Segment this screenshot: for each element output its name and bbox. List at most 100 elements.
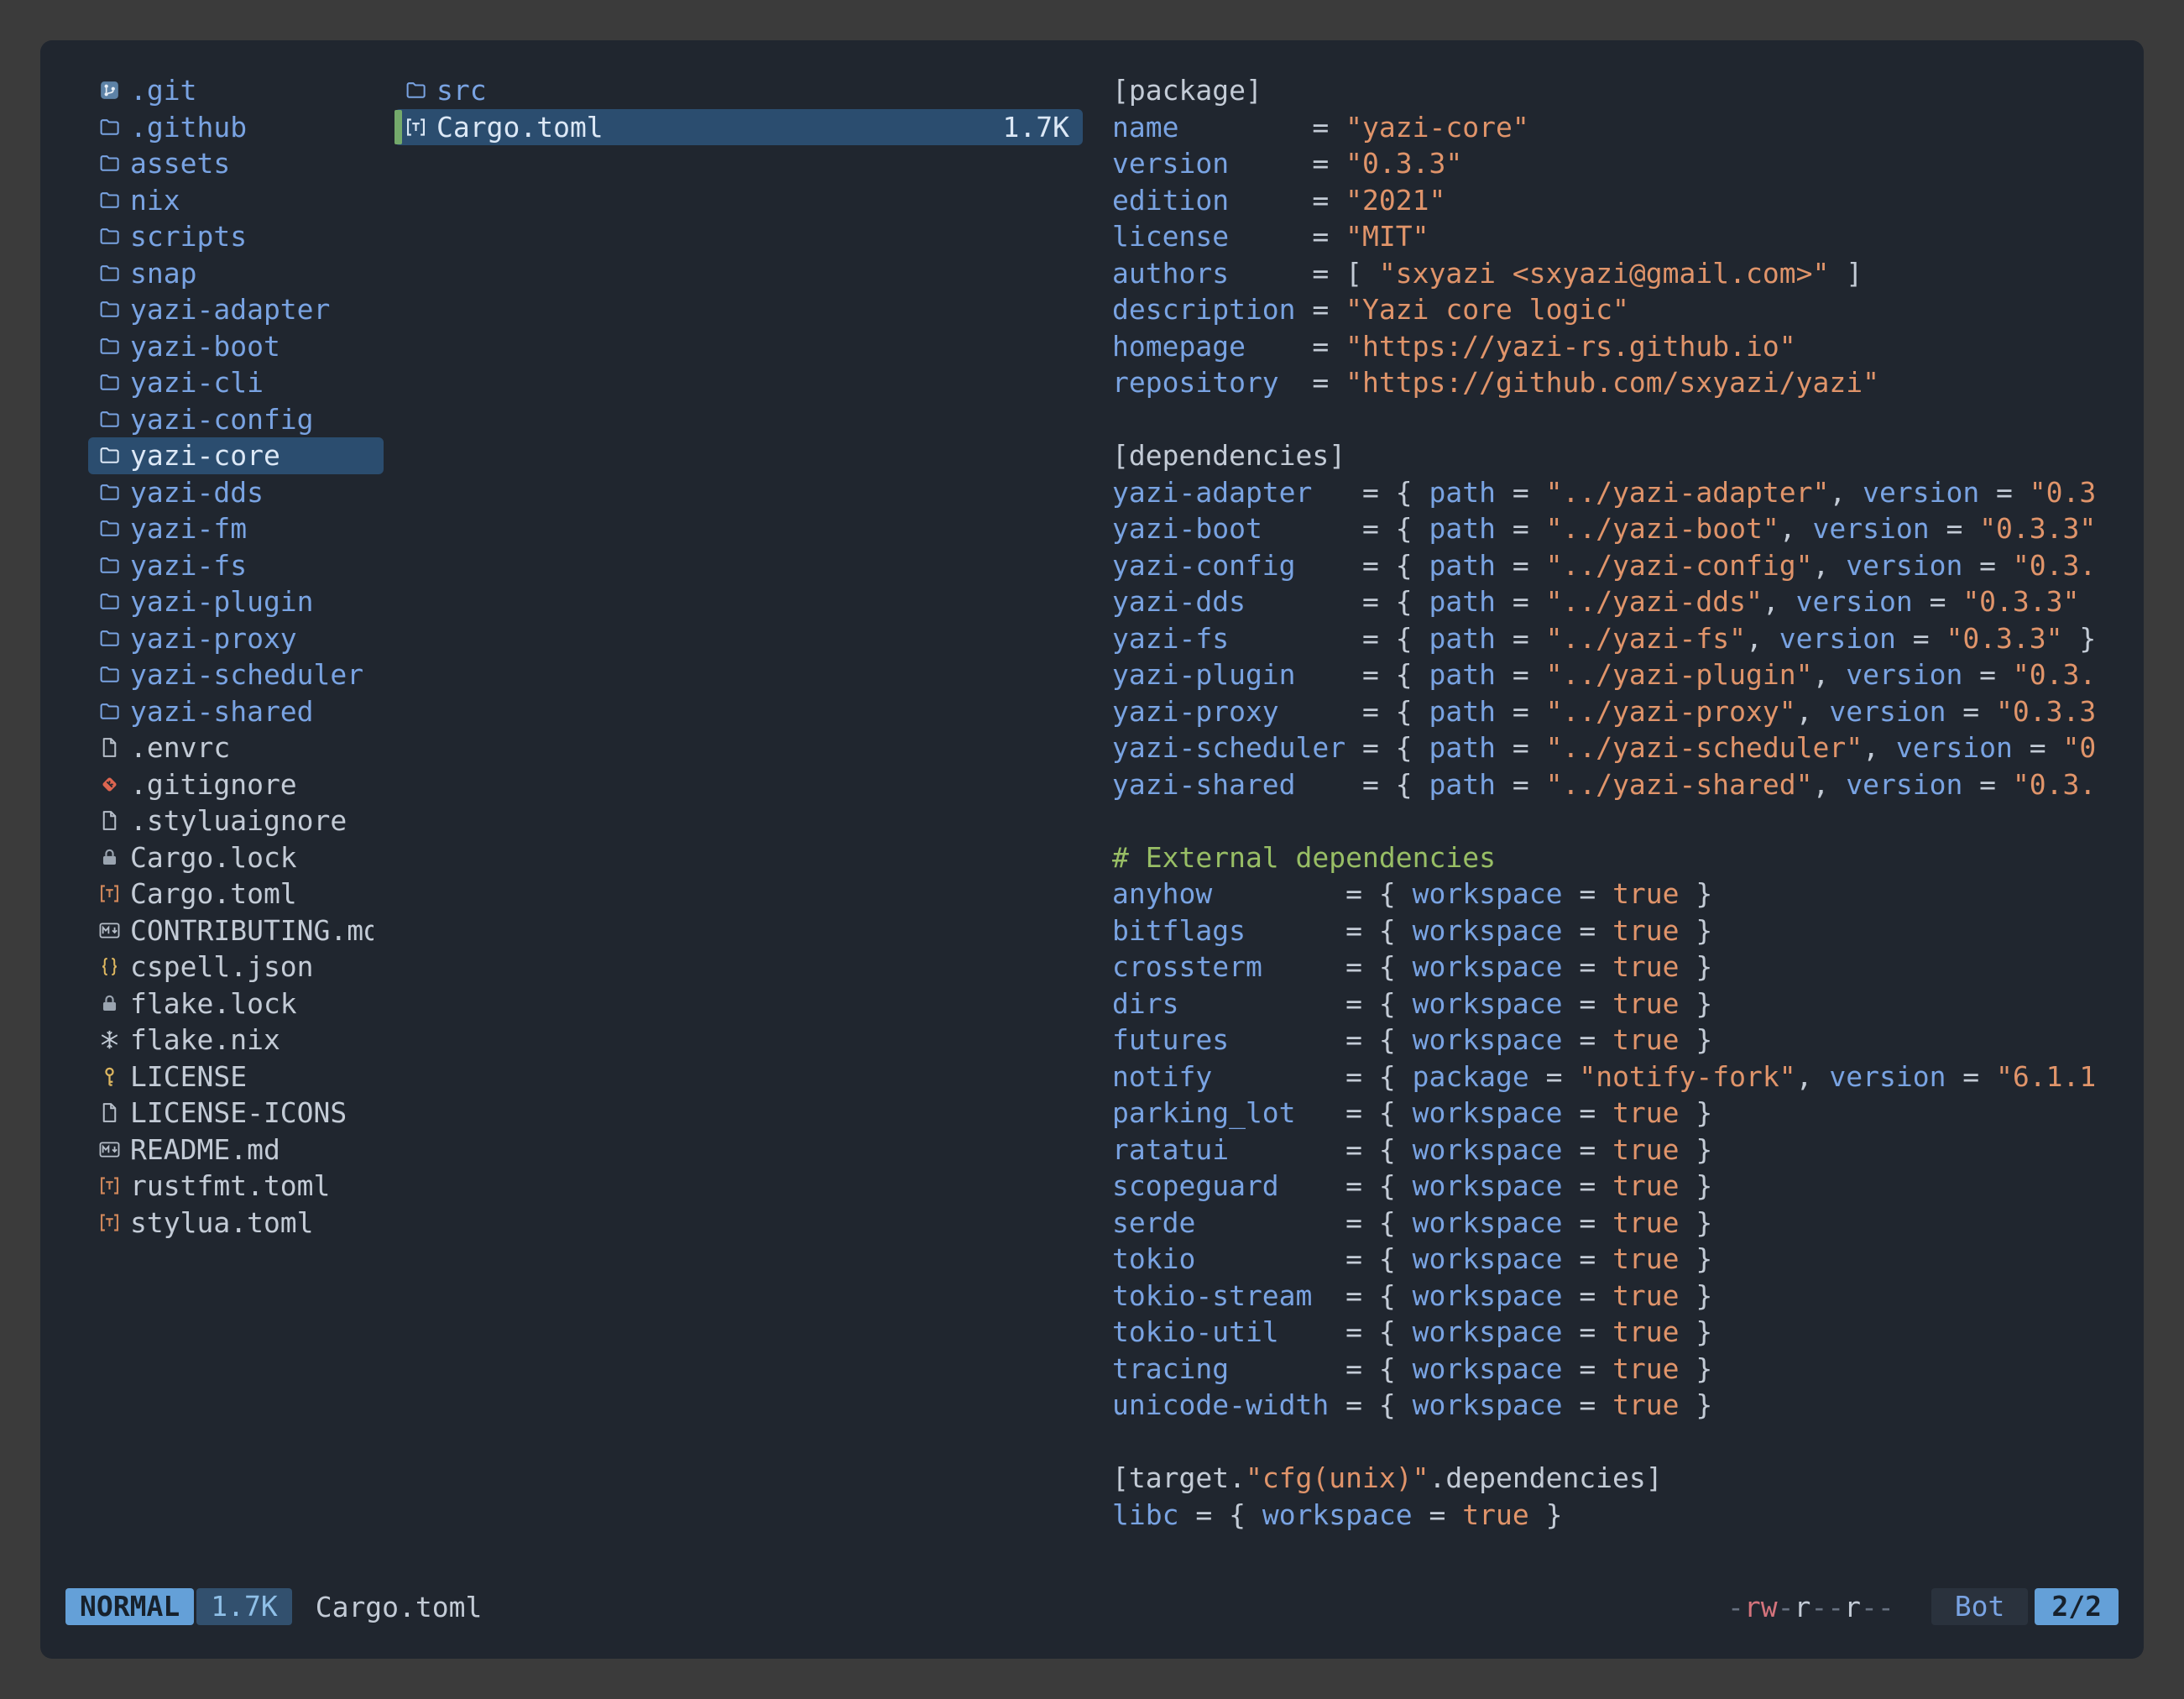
preview-line: yazi-boot = { path = "../yazi-boot", ver…: [1112, 510, 2120, 547]
dir-row[interactable]: yazi-fm: [88, 510, 384, 547]
preview-line: bitflags = { workspace = true }: [1112, 912, 2120, 949]
entry-name: yazi-fs: [130, 549, 247, 582]
file-row[interactable]: Cargo.lock: [88, 839, 384, 876]
file-row[interactable]: .styluaignore: [88, 802, 384, 839]
license-icon: [98, 1065, 130, 1088]
dir-row[interactable]: yazi-boot: [88, 328, 384, 365]
file-row[interactable]: rustfmt.toml: [88, 1168, 384, 1205]
entry-name: rustfmt.toml: [130, 1169, 330, 1202]
file-row[interactable]: Cargo.toml1.7K: [394, 109, 1083, 146]
permissions: -rw-r--r--: [1727, 1591, 1894, 1623]
current-pane[interactable]: srcCargo.toml1.7K: [394, 72, 1083, 1581]
dir-row[interactable]: yazi-config: [88, 401, 384, 438]
preview-line: yazi-scheduler = { path = "../yazi-sched…: [1112, 729, 2120, 766]
dir-row[interactable]: yazi-dds: [88, 474, 384, 511]
toml-icon: [405, 116, 436, 139]
entry-name: snap: [130, 257, 196, 290]
status-filename: Cargo.toml: [316, 1591, 483, 1623]
preview-line: tokio-stream = { workspace = true }: [1112, 1278, 2120, 1315]
entry-name: stylua.toml: [130, 1206, 314, 1239]
dir-row[interactable]: yazi-plugin: [88, 583, 384, 620]
file-row[interactable]: LICENSE-ICONS: [88, 1095, 384, 1132]
parent-pane[interactable]: .git.githubassetsnixscriptssnapyazi-adap…: [88, 72, 384, 1581]
dir-row[interactable]: yazi-cli: [88, 364, 384, 401]
entry-name: CONTRIBUTING.md: [130, 914, 374, 947]
entry-name: yazi-config: [130, 403, 314, 436]
dir-row[interactable]: scripts: [88, 218, 384, 255]
entry-name: yazi-fm: [130, 512, 247, 545]
entry-name: yazi-core: [130, 439, 280, 472]
file-row[interactable]: Cargo.toml: [88, 876, 384, 912]
preview-line: yazi-adapter = { path = "../yazi-adapter…: [1112, 474, 2120, 511]
json-icon: [98, 955, 130, 978]
gitignore-icon: [98, 773, 130, 796]
entry-name: README.md: [130, 1133, 280, 1166]
file-row[interactable]: LICENSE: [88, 1059, 384, 1095]
dir-row[interactable]: snap: [88, 255, 384, 292]
dir-row[interactable]: .github: [88, 109, 384, 146]
preview-pane[interactable]: [package]name = "yazi-core"version = "0.…: [1112, 72, 2120, 1581]
folder-icon: [98, 517, 130, 540]
preview-line: notify = { package = "notify-fork", vers…: [1112, 1059, 2120, 1095]
file-icon: [98, 736, 130, 759]
preview-line: description = "Yazi core logic": [1112, 291, 2120, 328]
file-row[interactable]: flake.nix: [88, 1022, 384, 1059]
folder-icon: [98, 152, 130, 175]
dir-row[interactable]: yazi-fs: [88, 547, 384, 584]
file-row[interactable]: .gitignore: [88, 766, 384, 803]
preview-line: version = "0.3.3": [1112, 145, 2120, 182]
folder-icon: [98, 554, 130, 577]
folder-icon: [98, 444, 130, 467]
entry-name: flake.lock: [130, 987, 297, 1020]
entry-name: LICENSE: [130, 1060, 247, 1093]
entry-name: nix: [130, 184, 180, 217]
preview-line: name = "yazi-core": [1112, 109, 2120, 146]
file-row[interactable]: stylua.toml: [88, 1205, 384, 1242]
dir-row[interactable]: .git: [88, 72, 384, 109]
file-icon: [98, 809, 130, 832]
entry-name: yazi-shared: [130, 695, 314, 728]
preview-line: [package]: [1112, 72, 2120, 109]
entry-size: 1.7K: [1003, 111, 1073, 144]
file-icon: [98, 1101, 130, 1124]
dir-row[interactable]: yazi-proxy: [88, 620, 384, 657]
preview-line: yazi-plugin = { path = "../yazi-plugin",…: [1112, 656, 2120, 693]
folder-icon: [98, 189, 130, 212]
entry-name: yazi-scheduler: [130, 658, 363, 691]
folder-icon: [98, 408, 130, 431]
markdown-icon: [98, 919, 130, 942]
preview-line: ratatui = { workspace = true }: [1112, 1132, 2120, 1168]
file-row[interactable]: .envrc: [88, 729, 384, 766]
preview-line: homepage = "https://yazi-rs.github.io": [1112, 328, 2120, 365]
preview-line: [1112, 802, 2120, 839]
folder-icon: [405, 79, 436, 102]
status-bar: NORMAL 1.7K Cargo.toml -rw-r--r-- Bot 2/…: [65, 1588, 2119, 1625]
entry-name: flake.nix: [130, 1023, 280, 1056]
file-row[interactable]: flake.lock: [88, 985, 384, 1022]
preview-line: [target."cfg(unix)".dependencies]: [1112, 1460, 2120, 1497]
file-size-badge: 1.7K: [196, 1588, 291, 1625]
preview-line: dirs = { workspace = true }: [1112, 985, 2120, 1022]
file-row[interactable]: CONTRIBUTING.md: [88, 912, 384, 949]
file-row[interactable]: README.md: [88, 1132, 384, 1168]
scroll-position-label: Bot: [1931, 1588, 2029, 1625]
preview-line: edition = "2021": [1112, 182, 2120, 219]
entry-name: .github: [130, 111, 247, 144]
folder-icon: [98, 262, 130, 285]
entry-name: LICENSE-ICONS: [130, 1096, 347, 1129]
file-row[interactable]: cspell.json: [88, 949, 384, 985]
dir-row[interactable]: assets: [88, 145, 384, 182]
dir-row[interactable]: yazi-scheduler: [88, 656, 384, 693]
dir-row[interactable]: yazi-adapter: [88, 291, 384, 328]
preview-line: crossterm = { workspace = true }: [1112, 949, 2120, 985]
folder-icon: [98, 116, 130, 139]
dir-row[interactable]: src: [394, 72, 1083, 109]
folder-icon: [98, 663, 130, 686]
dir-row[interactable]: nix: [88, 182, 384, 219]
dir-row[interactable]: yazi-core: [88, 437, 384, 474]
entry-name: yazi-plugin: [130, 585, 314, 618]
entry-name: .envrc: [130, 731, 230, 764]
dir-row[interactable]: yazi-shared: [88, 693, 384, 730]
status-right: -rw-r--r-- Bot 2/2: [1727, 1588, 2119, 1625]
preview-line: license = "MIT": [1112, 218, 2120, 255]
